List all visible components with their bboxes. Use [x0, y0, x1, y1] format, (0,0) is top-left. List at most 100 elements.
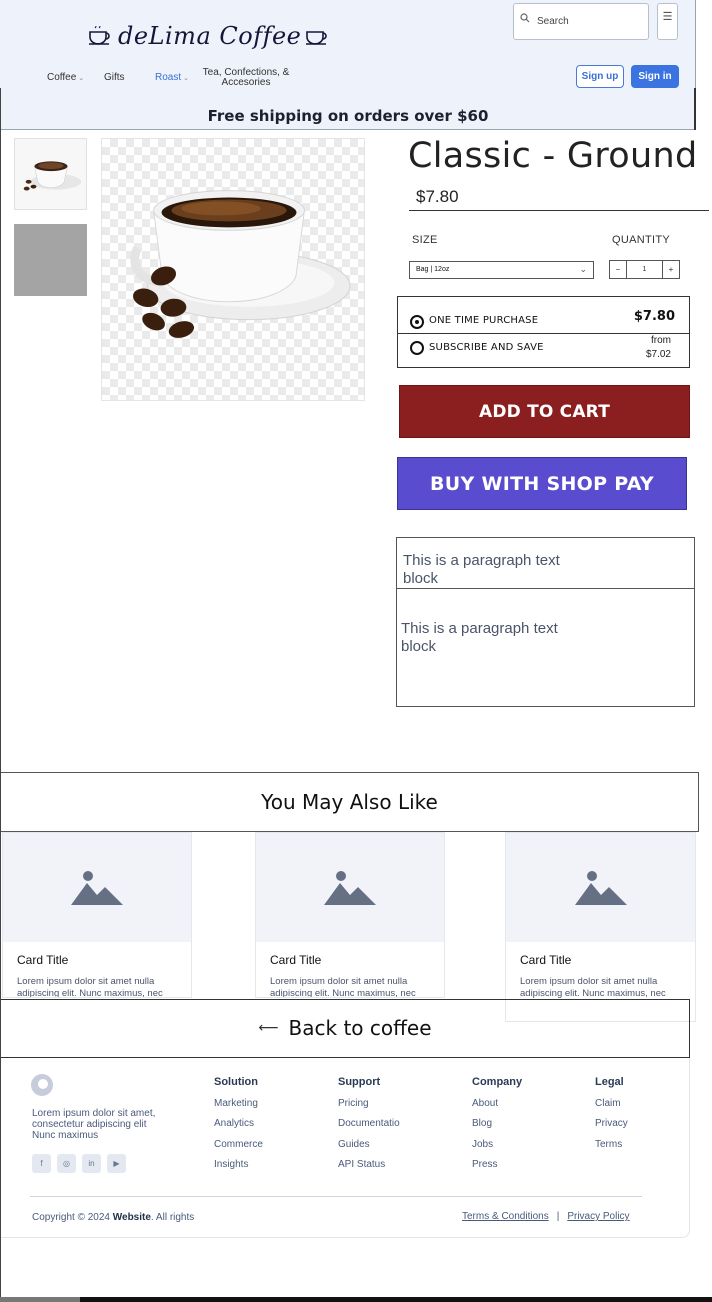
product-thumbnail-placeholder[interactable] [14, 224, 87, 296]
chevron-down-icon: ⌄ [183, 74, 189, 82]
card-title: Card Title [17, 953, 69, 967]
quantity-increment-button[interactable]: + [663, 265, 679, 274]
card-image [256, 833, 444, 942]
back-to-coffee-link[interactable]: ⟵ Back to coffee [0, 999, 690, 1058]
quantity-label: QUANTITY [612, 234, 671, 246]
copyright-suffix: . All rights [150, 1212, 195, 1223]
footer-link[interactable]: Jobs [472, 1139, 522, 1159]
nav-item-coffee[interactable]: Coffee ⌄ [47, 72, 84, 83]
arrow-left-icon: ⟵ [258, 1020, 279, 1036]
size-label: SIZE [412, 234, 438, 246]
footer-column-heading: Support [338, 1076, 381, 1088]
privacy-policy-link[interactable]: Privacy Policy [567, 1211, 629, 1222]
copyright-site[interactable]: Website [113, 1212, 151, 1223]
buy-with-shop-pay-button[interactable]: BUY WITH SHOP PAY [397, 457, 687, 510]
link-separator: | [556, 1211, 560, 1222]
product-card[interactable]: Card Title Lorem ipsum dolor sit amet nu… [505, 832, 696, 1022]
card-title: Card Title [520, 953, 572, 967]
product-card[interactable]: Card Title Lorem ipsum dolor sit amet nu… [255, 832, 445, 998]
subscribe-and-save-label[interactable]: SUBSCRIBE AND SAVE [429, 342, 544, 353]
footer-column-heading: Solution [214, 1076, 258, 1088]
size-select-value: Bag | 12oz [416, 266, 450, 273]
divider [409, 210, 709, 211]
copyright-text: Copyright © 2024 Website. All rights [32, 1212, 194, 1223]
subscribe-price-value: $7.02 [645, 349, 671, 360]
nav-item-gifts[interactable]: Gifts [104, 72, 125, 83]
one-time-purchase-price: $7.80 [633, 309, 675, 324]
nav-item-label: Coffee [47, 72, 77, 83]
purchase-options: ONE TIME PURCHASE $7.80 SUBSCRIBE AND SA… [397, 296, 690, 368]
footer-link[interactable]: API Status [338, 1159, 400, 1179]
footer-link[interactable]: Commerce [214, 1139, 263, 1159]
one-time-purchase-label: ONE TIME PURCHASE [429, 315, 539, 326]
footer-link[interactable]: Pricing [338, 1098, 400, 1118]
facebook-icon[interactable]: f [32, 1154, 51, 1173]
paragraph-text: This is a paragraph text block [401, 620, 558, 655]
free-shipping-banner: Free shipping on orders over $60 [0, 102, 696, 130]
footer-link[interactable]: Claim [595, 1098, 628, 1118]
paragraph-block: This is a paragraph text block [396, 537, 695, 589]
search-input[interactable] [537, 16, 637, 27]
terms-link[interactable]: Terms & Conditions [462, 1211, 549, 1222]
nav-item-label: Roast [155, 72, 182, 83]
search-box[interactable] [513, 3, 649, 40]
footer-link[interactable]: Documentatio [338, 1118, 400, 1138]
divider [30, 1196, 642, 1197]
footer-link[interactable]: Press [472, 1159, 522, 1179]
footer-description: Lorem ipsum dolor sit amet, consectetur … [32, 1108, 156, 1141]
youtube-icon[interactable]: ▶ [107, 1154, 126, 1173]
copyright-prefix: Copyright © 2024 [32, 1212, 110, 1223]
card-image [506, 833, 695, 942]
radio-unselected[interactable] [410, 341, 424, 355]
image-placeholder-icon [574, 870, 627, 905]
image-placeholder-icon [324, 870, 376, 905]
add-to-cart-button[interactable]: ADD TO CART [399, 385, 690, 438]
card-description: Lorem ipsum dolor sit amet nulla adipisc… [17, 976, 163, 998]
coffee-cup-icon [89, 26, 110, 45]
instagram-icon[interactable]: ◎ [57, 1154, 76, 1173]
footer-column-heading: Legal [595, 1076, 624, 1088]
footer-link[interactable]: Insights [214, 1159, 263, 1179]
brand-name: deLima Coffee [118, 22, 302, 50]
coffee-cup-image [130, 190, 351, 338]
product-main-image [101, 138, 365, 401]
subscribe-price: from $7.02 [646, 334, 671, 362]
back-link-label: Back to coffee [288, 1016, 432, 1040]
hamburger-menu-icon[interactable]: ☰ [657, 3, 678, 40]
quantity-decrement-button[interactable]: − [610, 265, 626, 274]
nav-item-tea-confections[interactable]: Tea, Confections, & Accesories [201, 68, 291, 88]
product-thumbnail[interactable] [14, 138, 87, 210]
footer-link[interactable]: Analytics [214, 1118, 263, 1138]
sign-in-button[interactable]: Sign in [631, 65, 679, 88]
bottom-scrollbar[interactable] [0, 1297, 712, 1302]
card-title: Card Title [270, 953, 322, 967]
footer-link[interactable]: Guides [338, 1139, 400, 1159]
one-time-purchase-option[interactable]: ONE TIME PURCHASE $7.80 [398, 297, 689, 334]
footer-link[interactable]: Blog [472, 1118, 522, 1138]
radio-selected[interactable] [410, 315, 424, 329]
divider [0, 88, 1, 1298]
footer-column-solution: Solution Marketing Analytics Commerce In… [214, 1076, 263, 1179]
quantity-input[interactable]: 1 [626, 261, 663, 278]
card-description: Lorem ipsum dolor sit amet nulla adipisc… [520, 976, 666, 999]
nav-item-label: Gifts [104, 72, 125, 83]
footer-logo-icon[interactable] [31, 1074, 53, 1096]
product-price: $7.80 [416, 187, 459, 206]
brand-logo[interactable]: deLima Coffee [88, 22, 331, 50]
site-header: deLima Coffee ☰ Coffee ⌄ Gifts Roast ⌄ [0, 0, 696, 130]
chevron-down-icon: ⌄ [78, 74, 85, 82]
header-top-bar: deLima Coffee ☰ [4, 0, 694, 58]
nav-item-roast[interactable]: Roast ⌄ [155, 72, 189, 83]
card-image [3, 833, 191, 942]
coffee-cup-icon [306, 31, 328, 45]
footer-link[interactable]: About [472, 1098, 522, 1118]
footer-link[interactable]: Marketing [214, 1098, 263, 1118]
linkedin-icon[interactable]: in [82, 1154, 101, 1173]
size-select[interactable]: Bag | 12oz ⌄ [409, 261, 594, 279]
footer-link[interactable]: Terms [595, 1139, 628, 1159]
footer-link[interactable]: Privacy [595, 1118, 628, 1138]
sign-up-button[interactable]: Sign up [576, 65, 624, 88]
product-card[interactable]: Card Title Lorem ipsum dolor sit amet nu… [2, 832, 192, 998]
product-title: Classic - Ground [408, 136, 698, 176]
search-icon [520, 12, 530, 22]
